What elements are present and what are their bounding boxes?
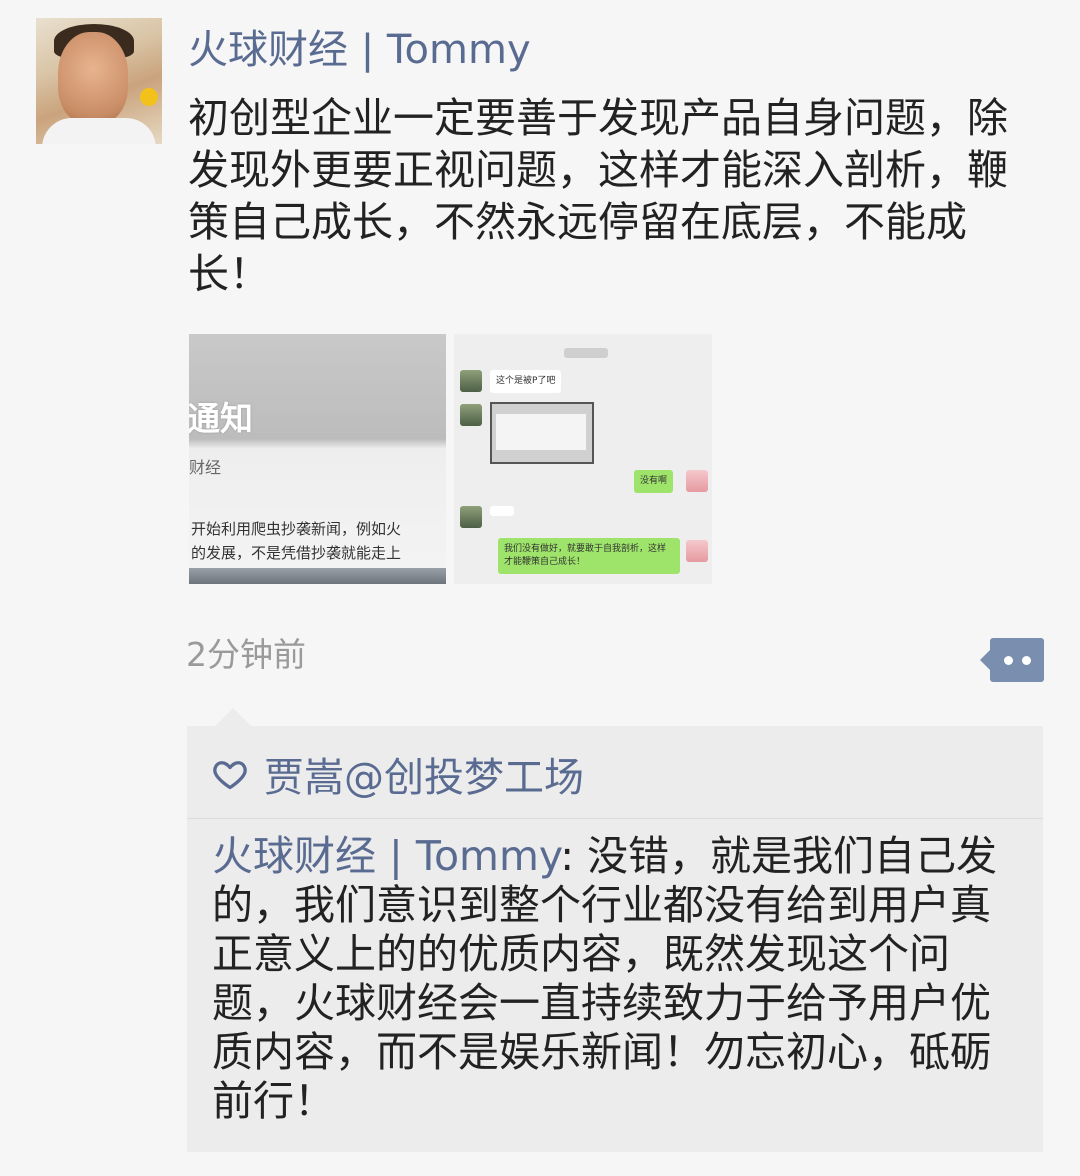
- image2-bubble-right: 没有啊: [634, 470, 674, 493]
- post-image-1[interactable]: 通知 财经 开始利用爬虫抄袭新闻，例如火 的发展，不是凭借抄袭就能走上: [189, 334, 446, 584]
- liker-name[interactable]: 贾嵩@创投梦工场: [264, 745, 584, 803]
- image2-time-pill: [564, 348, 608, 358]
- image2-avatar-left: [460, 506, 482, 528]
- image2-avatar-left: [460, 404, 482, 426]
- comment-item[interactable]: 火球财经 | Tommy: 没错，就是我们自己发的，我们意识到整个行业都没有给到…: [212, 832, 1024, 1126]
- avatar-shirt: [42, 118, 156, 144]
- comment-author[interactable]: 火球财经 | Tommy: [212, 832, 560, 880]
- avatar-face: [58, 32, 128, 124]
- dot: [1022, 656, 1031, 665]
- author-name[interactable]: 火球财经 | Tommy: [188, 24, 531, 76]
- image2-bubble-line: 我们没有做好，就要敢于自我剖析，: [504, 544, 649, 554]
- author-avatar[interactable]: [36, 18, 162, 144]
- image1-text-line: 开始利用爬虫抄袭新闻，例如火: [191, 520, 402, 538]
- image1-bottom-bar: [189, 568, 446, 584]
- avatar-flower: [140, 88, 158, 106]
- more-dots-icon: [990, 638, 1044, 682]
- more-button-arrow: [980, 650, 990, 670]
- image1-text-source: 财经: [189, 458, 222, 477]
- image2-bubble-left: 这个是被P了吧: [490, 370, 562, 393]
- likes-comments-divider: [187, 818, 1043, 819]
- post-timestamp: 2分钟前: [186, 635, 306, 674]
- image2-bubble-right-long: 我们没有做好，就要敢于自我剖析，这样才能鞭策自己成长！: [498, 538, 680, 574]
- likes-row: 贾嵩@创投梦工场: [212, 746, 584, 802]
- image2-bubble-emoji: [490, 506, 514, 516]
- more-actions-button[interactable]: [980, 638, 1044, 682]
- comment-box-caret: [215, 708, 251, 726]
- image2-avatar-left: [460, 370, 482, 392]
- image2-screenshot-bubble: [490, 402, 594, 464]
- dot: [1004, 656, 1013, 665]
- image2-avatar-right: [686, 540, 708, 562]
- post-text: 初创型企业一定要善于发现产品自身问题，除发现外更要正视问题，这样才能深入剖析，鞭…: [188, 94, 1008, 298]
- heart-icon: [213, 761, 247, 790]
- image2-avatar-right: [686, 470, 708, 492]
- post-image-2[interactable]: 这个是被P了吧 没有啊 我们没有做好，就要敢于自我剖析，这样才能鞭策自己成长！: [454, 334, 712, 584]
- image1-text-notice: 通知: [189, 399, 253, 438]
- comment-separator: :: [560, 832, 588, 880]
- image1-text-line: 的发展，不是凭借抄袭就能走上: [191, 544, 402, 562]
